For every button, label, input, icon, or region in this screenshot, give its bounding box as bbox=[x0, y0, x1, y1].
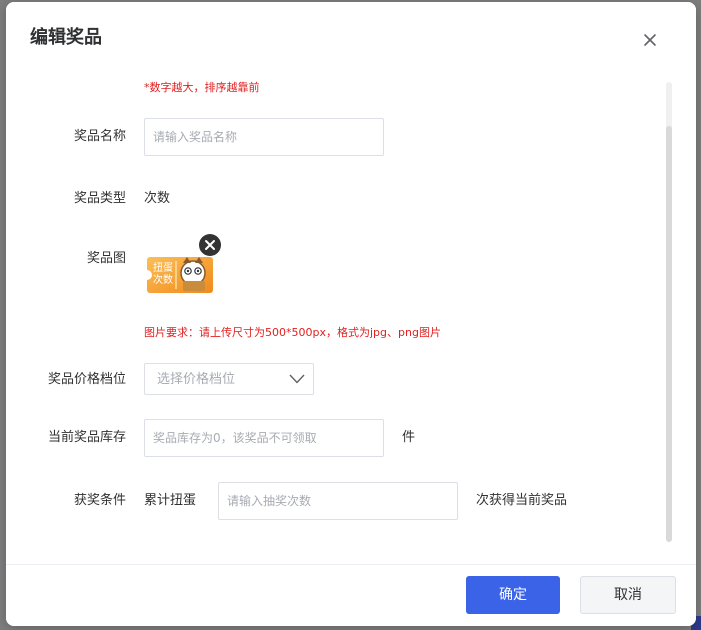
draw-count-input[interactable] bbox=[218, 482, 458, 520]
thumbnail-text-1: 扭蛋 bbox=[153, 263, 173, 274]
price-tier-placeholder: 选择价格档位 bbox=[157, 372, 236, 387]
stock-unit: 件 bbox=[402, 430, 416, 445]
dialog-header: 编辑奖品 bbox=[6, 2, 696, 62]
remove-image-button[interactable] bbox=[198, 233, 222, 257]
prize-image-label: 奖品图 bbox=[86, 251, 126, 266]
stock-label: 当前奖品库存 bbox=[47, 430, 126, 445]
cancel-button[interactable]: 取消 bbox=[580, 576, 676, 614]
chevron-down-icon bbox=[289, 374, 305, 384]
prize-type-label: 奖品类型 bbox=[73, 191, 126, 206]
win-condition-prefix: 累计扭蛋 bbox=[144, 493, 197, 508]
dialog-title: 编辑奖品 bbox=[30, 27, 102, 48]
dialog-body: *数字越大，排序越靠前 奖品名称 奖品类型 次数 奖品图 bbox=[6, 62, 696, 564]
win-condition-label: 获奖条件 bbox=[73, 493, 126, 508]
image-requirement-hint: 图片要求：请上传尺寸为500*500px，格式为jpg、png图片 bbox=[144, 326, 441, 339]
prize-type-value: 次数 bbox=[144, 191, 171, 206]
win-condition-suffix: 次获得当前奖品 bbox=[476, 493, 568, 508]
edit-prize-dialog: 编辑奖品 *数字越大，排序越靠前 奖品名称 奖品类型 次数 奖品图 bbox=[6, 2, 696, 626]
prize-name-label: 奖品名称 bbox=[73, 129, 126, 144]
dialog-footer: 确定 取消 bbox=[6, 564, 696, 626]
prize-name-input[interactable] bbox=[144, 118, 384, 156]
scrollbar-thumb[interactable] bbox=[666, 126, 672, 542]
confirm-button[interactable]: 确定 bbox=[466, 576, 560, 614]
close-button[interactable] bbox=[640, 30, 660, 50]
remove-circle-icon bbox=[199, 234, 221, 256]
scrollbar-track[interactable] bbox=[666, 82, 672, 542]
stock-input[interactable] bbox=[144, 419, 384, 457]
sort-hint: *数字越大，排序越靠前 bbox=[144, 81, 260, 94]
close-icon bbox=[644, 34, 656, 46]
thumbnail-text-2: 次数 bbox=[153, 275, 173, 286]
price-tier-select[interactable]: 选择价格档位 bbox=[144, 363, 314, 395]
price-tier-label: 奖品价格档位 bbox=[47, 372, 126, 387]
prize-image-thumbnail[interactable]: 扭蛋 次数 bbox=[145, 234, 221, 299]
